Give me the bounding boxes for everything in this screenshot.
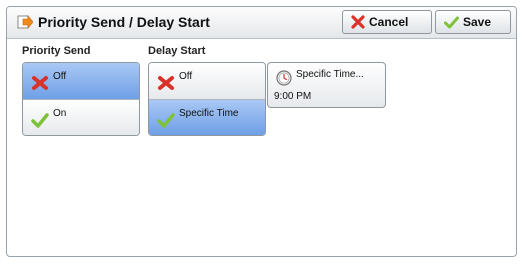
delay-start-specific-time-option[interactable]: Specific Time [149, 99, 265, 135]
title-group: Priority Send / Delay Start [17, 14, 210, 30]
priority-send-off-option[interactable]: Off [23, 63, 139, 99]
check-icon [444, 16, 459, 28]
x-icon [32, 76, 48, 90]
save-button[interactable]: Save [435, 10, 511, 34]
delay-start-off-label: Off [179, 71, 193, 82]
delay-start-options: Off Specific Time [148, 62, 266, 136]
delay-start-specific-time-label: Specific Time [179, 108, 239, 119]
specific-time-value: 9:00 PM [274, 91, 312, 102]
cancel-button[interactable]: Cancel [342, 10, 432, 34]
priority-send-options: Off On [22, 62, 140, 136]
page-title: Priority Send / Delay Start [38, 14, 210, 30]
cancel-button-label: Cancel [369, 15, 409, 29]
priority-send-label: Priority Send [22, 45, 91, 57]
x-icon [158, 76, 174, 90]
check-icon [157, 113, 175, 128]
delay-start-off-option[interactable]: Off [149, 63, 265, 99]
priority-send-off-label: Off [53, 71, 67, 82]
dialog-header: Priority Send / Delay Start Cancel Save [7, 7, 516, 39]
priority-send-on-option[interactable]: On [23, 99, 139, 135]
x-icon [351, 15, 365, 29]
delay-start-label: Delay Start [148, 45, 206, 57]
priority-send-on-label: On [53, 108, 67, 119]
specific-time-button-label: Specific Time... [296, 69, 364, 80]
save-button-label: Save [463, 15, 492, 29]
check-icon [31, 113, 49, 128]
clock-icon [276, 70, 292, 86]
arrow-right-icon [17, 15, 33, 29]
specific-time-button[interactable]: Specific Time... 9:00 PM [267, 62, 386, 108]
